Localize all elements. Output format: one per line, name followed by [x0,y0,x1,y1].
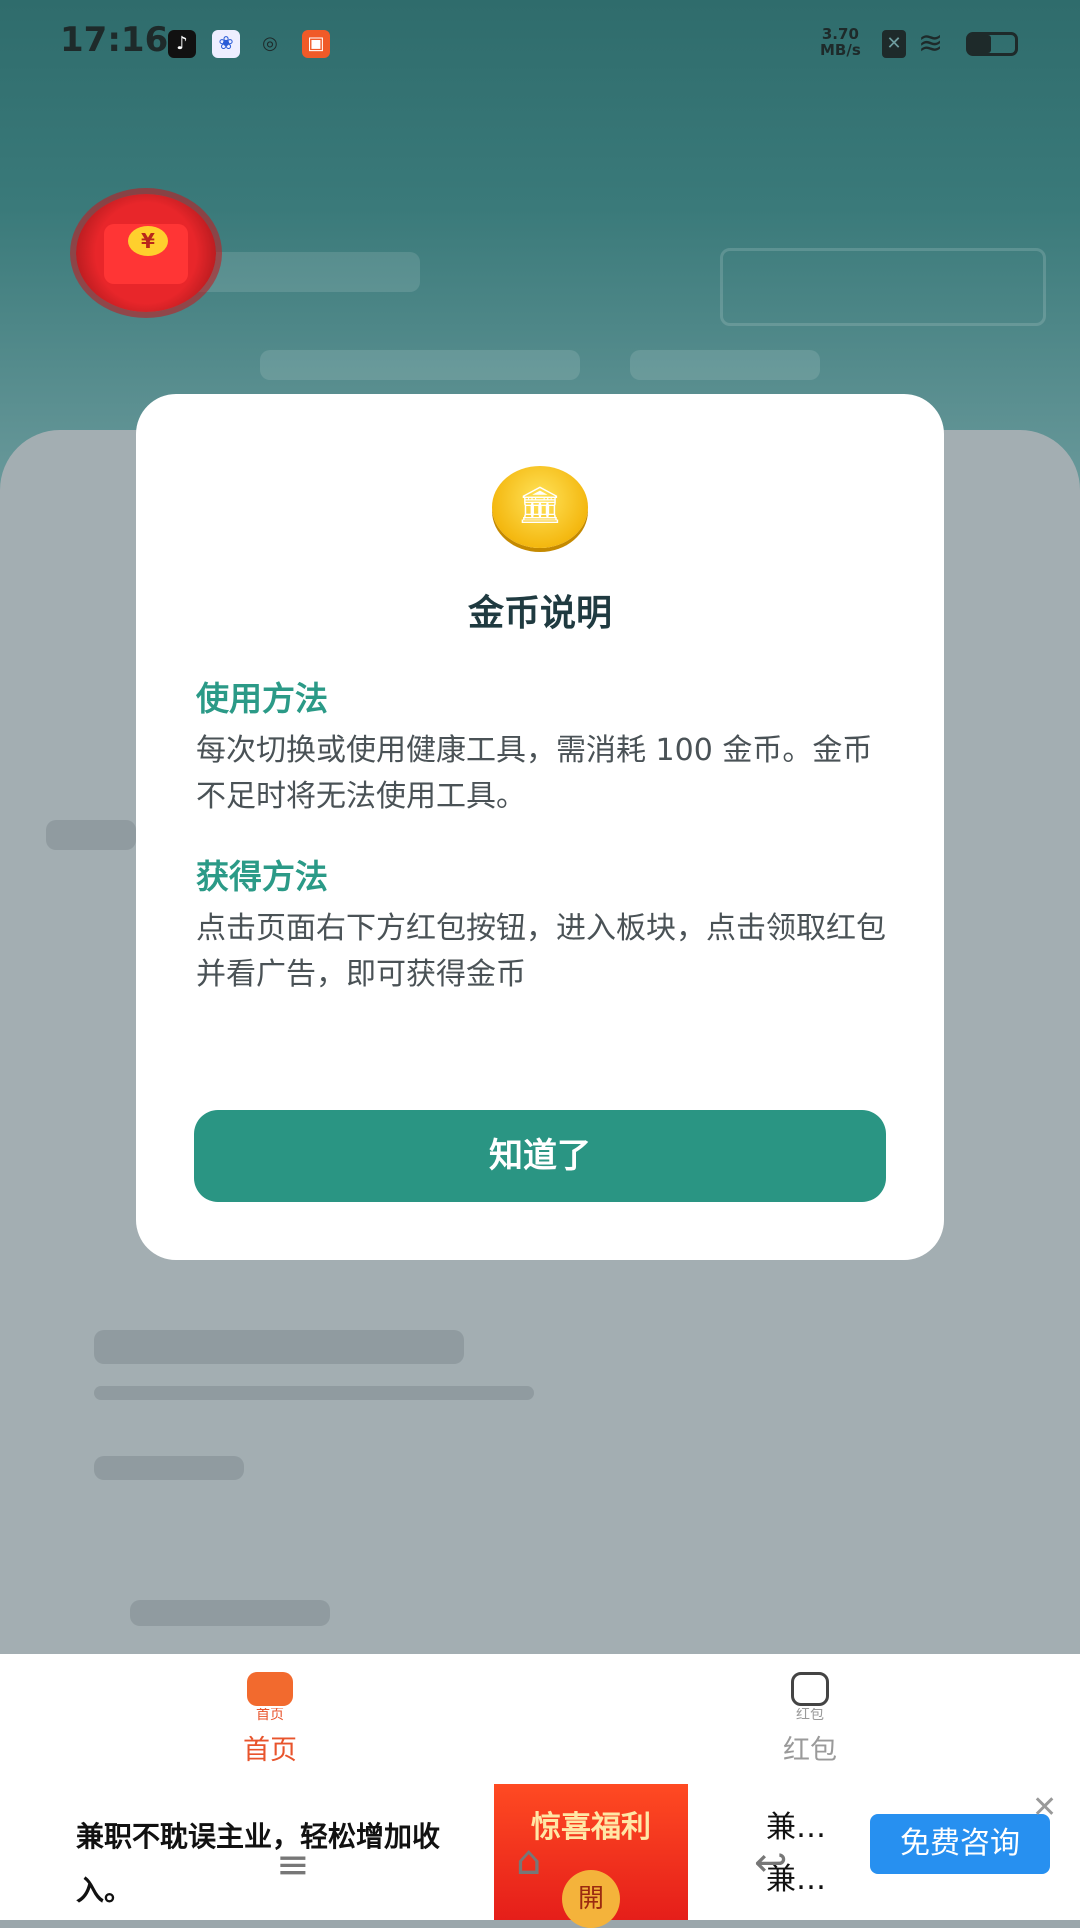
network-speed: 3.70 MB/s [820,26,861,58]
tab-red-packet[interactable]: 红包 红包 [710,1654,910,1784]
tab-home-small-label: 首页 [256,1708,284,1722]
confirm-button[interactable]: 知道了 [194,1110,886,1202]
earn-section-text: 点击页面右下方红包按钮，进入板块，点击领取红包并看广告，即可获得金币 [196,911,886,992]
baidu-icon: ❀ [212,30,240,58]
coin-info-dialog: 🏛 金币说明 使用方法 每次切换或使用健康工具，需消耗 100 金币。金币不足时… [136,394,944,1260]
battery-icon [966,32,1018,56]
blurred-header-link [630,350,820,380]
status-time: 17:16 [60,20,169,60]
browser-icon: ◎ [262,33,278,54]
blurred-section-title [46,820,136,850]
wifi-icon: ≋ [918,26,944,61]
usage-section-text: 每次切换或使用健康工具，需消耗 100 金币。金币不足时将无法使用工具。 [196,733,873,814]
tab-home-label: 首页 [243,1735,297,1766]
tab-red-packet-label: 红包 [783,1735,837,1766]
red-packet-icon [791,1672,829,1706]
home-nav-icon[interactable]: ⌂ [516,1838,541,1884]
usage-section-title: 使用方法 [196,679,328,718]
tab-home[interactable]: 首页 首页 [170,1654,370,1784]
tiktok-icon: ♪ [168,30,196,58]
gold-coin-icon: 🏛 [492,466,588,548]
close-icon[interactable]: ✕ [1032,1790,1057,1825]
home-icon [247,1672,293,1706]
blurred-card-text [94,1456,244,1480]
blurred-card-tags [130,1600,330,1626]
menu-nav-icon[interactable]: ≡ [276,1842,310,1888]
blurred-header-coins [260,350,580,380]
blurred-card-subtitle [94,1386,534,1400]
dialog-title: 金币说明 [467,593,612,634]
bottom-tabbar: 首页 首页 红包 红包 [0,1654,1080,1784]
consult-button[interactable]: 免费咨询 [870,1814,1050,1874]
network-speed-unit: MB/s [820,41,861,59]
blurred-card-title [94,1330,464,1364]
bank-icon: 🏛 [517,485,563,526]
floating-red-packet-button[interactable]: ¥ [76,194,216,312]
app-icon: ▣ [302,30,330,58]
blurred-header-button [720,248,1046,326]
tab-red-packet-small-label: 红包 [796,1708,824,1722]
yuan-coin-icon: ¥ [128,226,168,256]
status-bar: 17:16 ♪ ❀ ◎ ▣ 3.70 MB/s ✕ ≋ [0,0,1080,86]
network-speed-value: 3.70 [821,25,859,43]
earn-section-title: 获得方法 [196,857,328,896]
ad-open-icon: 開 [562,1870,620,1928]
sim-icon: ✕ [882,30,906,58]
back-nav-icon[interactable]: ↩ [754,1840,788,1886]
